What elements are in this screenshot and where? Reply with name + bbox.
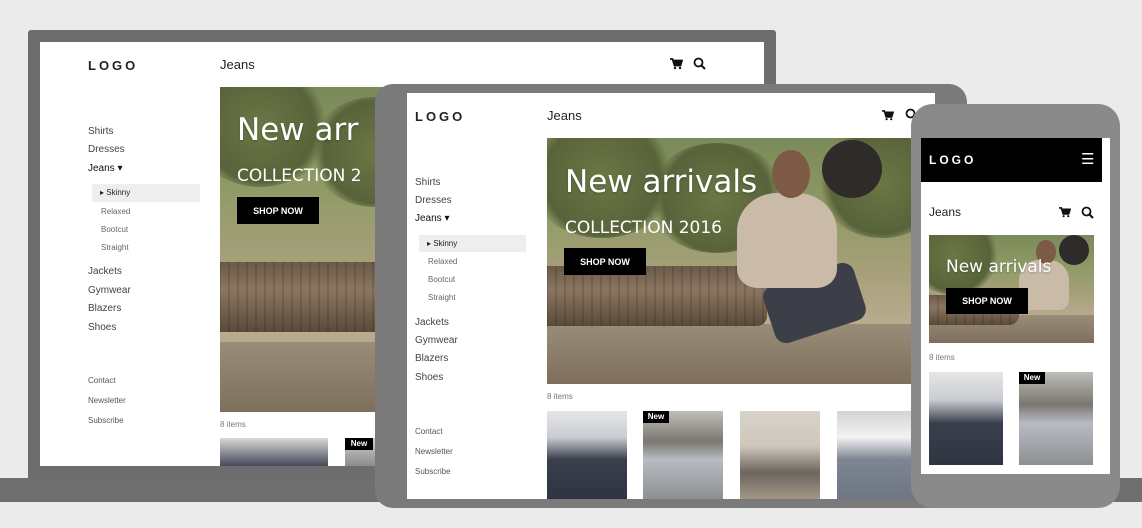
footer-link-newsletter[interactable]: Newsletter: [88, 396, 126, 405]
site-logo[interactable]: LOGO: [88, 58, 138, 73]
nav-subitem-straight[interactable]: Straight: [428, 293, 456, 302]
page-title: Jeans: [547, 108, 582, 123]
product-thumbnail[interactable]: [220, 438, 328, 466]
footer-link-contact[interactable]: Contact: [88, 376, 116, 385]
product-thumbnail[interactable]: [929, 372, 1003, 465]
nav-item-jeans[interactable]: Jeans ▾: [88, 163, 122, 174]
nav-subitem-skinny[interactable]: ▸ Skinny: [419, 235, 526, 252]
hero-banner: New arrivals SHOP NOW: [929, 235, 1094, 343]
cart-icon[interactable]: [1059, 207, 1071, 218]
nav-item-shirts[interactable]: Shirts: [415, 177, 441, 188]
phone-screen: LOGO ☰ Jeans New arrivals SHOP NOW 8 ite…: [921, 138, 1110, 474]
footer-link-subscribe[interactable]: Subscribe: [415, 467, 451, 476]
product-thumbnail[interactable]: [547, 411, 627, 499]
site-logo[interactable]: LOGO: [415, 109, 465, 124]
items-count: 8 items: [929, 353, 955, 362]
product-thumbnail[interactable]: New: [1019, 372, 1093, 465]
product-thumbnail[interactable]: [837, 411, 917, 499]
hero-title: New arr: [237, 112, 359, 148]
new-badge: New: [1019, 372, 1045, 384]
hero-subtitle: COLLECTION 2016: [565, 218, 722, 238]
nav-item-gymwear[interactable]: Gymwear: [88, 285, 131, 296]
nav-item-blazers[interactable]: Blazers: [88, 303, 121, 314]
nav-subitem-relaxed[interactable]: Relaxed: [101, 207, 130, 216]
footer-link-contact[interactable]: Contact: [415, 427, 443, 436]
tablet-screen: LOGO Jeans Shirts Dresses Jeans ▾ ▸ Skin…: [407, 93, 935, 499]
new-badge: New: [345, 438, 373, 450]
nav-subitem-straight[interactable]: Straight: [101, 243, 129, 252]
hero-title: New arrivals: [946, 257, 1052, 277]
page-title: Jeans: [220, 57, 255, 72]
nav-subitem-bootcut[interactable]: Bootcut: [101, 225, 128, 234]
shop-now-button[interactable]: SHOP NOW: [946, 288, 1028, 314]
nav-item-blazers[interactable]: Blazers: [415, 353, 448, 364]
nav-item-shirts[interactable]: Shirts: [88, 126, 114, 137]
site-logo[interactable]: LOGO: [929, 153, 976, 167]
items-count: 8 items: [220, 420, 246, 429]
shop-now-button[interactable]: SHOP NOW: [564, 248, 646, 275]
mobile-header: LOGO ☰: [921, 138, 1102, 182]
shop-now-button[interactable]: SHOP NOW: [237, 197, 319, 224]
hero-subtitle: COLLECTION 2: [237, 166, 362, 186]
nav-subitem-bootcut[interactable]: Bootcut: [428, 275, 455, 284]
new-badge: New: [643, 411, 669, 423]
nav-item-dresses[interactable]: Dresses: [88, 144, 125, 155]
nav-subitem-relaxed[interactable]: Relaxed: [428, 257, 457, 266]
hero-title: New arrivals: [565, 164, 758, 200]
footer-link-newsletter[interactable]: Newsletter: [415, 447, 453, 456]
nav-item-shoes[interactable]: Shoes: [415, 372, 443, 383]
page-title: Jeans: [929, 205, 962, 219]
product-thumbnail[interactable]: New: [643, 411, 723, 499]
search-icon[interactable]: [693, 57, 706, 70]
nav-item-jackets[interactable]: Jackets: [88, 266, 122, 277]
hamburger-menu-icon[interactable]: ☰: [1081, 150, 1094, 168]
footer-link-subscribe[interactable]: Subscribe: [88, 416, 124, 425]
product-thumbnail[interactable]: [740, 411, 820, 499]
cart-icon[interactable]: [882, 110, 894, 121]
nav-subitem-skinny[interactable]: ▸ Skinny: [92, 184, 200, 202]
cart-icon[interactable]: [670, 58, 683, 70]
items-count: 8 items: [547, 392, 573, 401]
nav-item-dresses[interactable]: Dresses: [415, 195, 452, 206]
nav-item-gymwear[interactable]: Gymwear: [415, 335, 458, 346]
nav-item-shoes[interactable]: Shoes: [88, 322, 116, 333]
search-icon[interactable]: [1081, 206, 1094, 219]
nav-item-jeans[interactable]: Jeans ▾: [415, 213, 449, 224]
hero-banner: New arrivals COLLECTION 2016 SHOP NOW: [547, 138, 913, 384]
nav-item-jackets[interactable]: Jackets: [415, 317, 449, 328]
